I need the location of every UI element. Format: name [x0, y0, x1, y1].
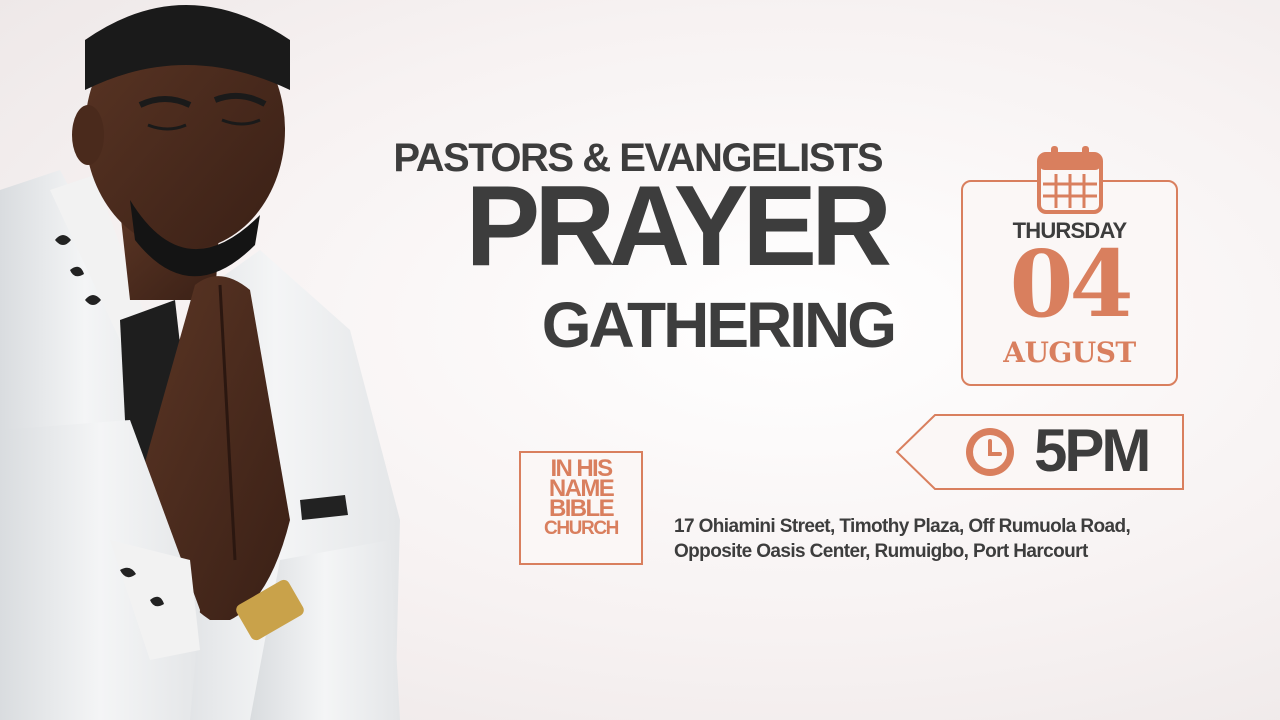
event-month: AUGUST	[1003, 336, 1136, 369]
logo-line: BIBLE	[548, 495, 615, 522]
address-line: 17 Ohiamini Street, Timothy Plaza, Off R…	[674, 516, 1131, 537]
headline-tagline: GATHERING	[541, 289, 897, 361]
address-line: Opposite Oasis Center, Rumuigbo, Port Ha…	[674, 541, 1088, 562]
headline-title: PRAYER	[465, 161, 892, 290]
calendar-icon	[1037, 146, 1103, 214]
event-time: 5PM	[1034, 417, 1151, 484]
clock-icon	[966, 428, 1014, 476]
event-day: 04	[1009, 230, 1133, 338]
logo-line: CHURCH	[544, 518, 619, 539]
venue-address: 17 Ohiamini Street, Timothy Plaza, Off R…	[674, 514, 1131, 564]
man-praying-photo	[0, 5, 400, 720]
church-logo: IN HIS NAME BIBLE CHURCH	[519, 451, 643, 565]
